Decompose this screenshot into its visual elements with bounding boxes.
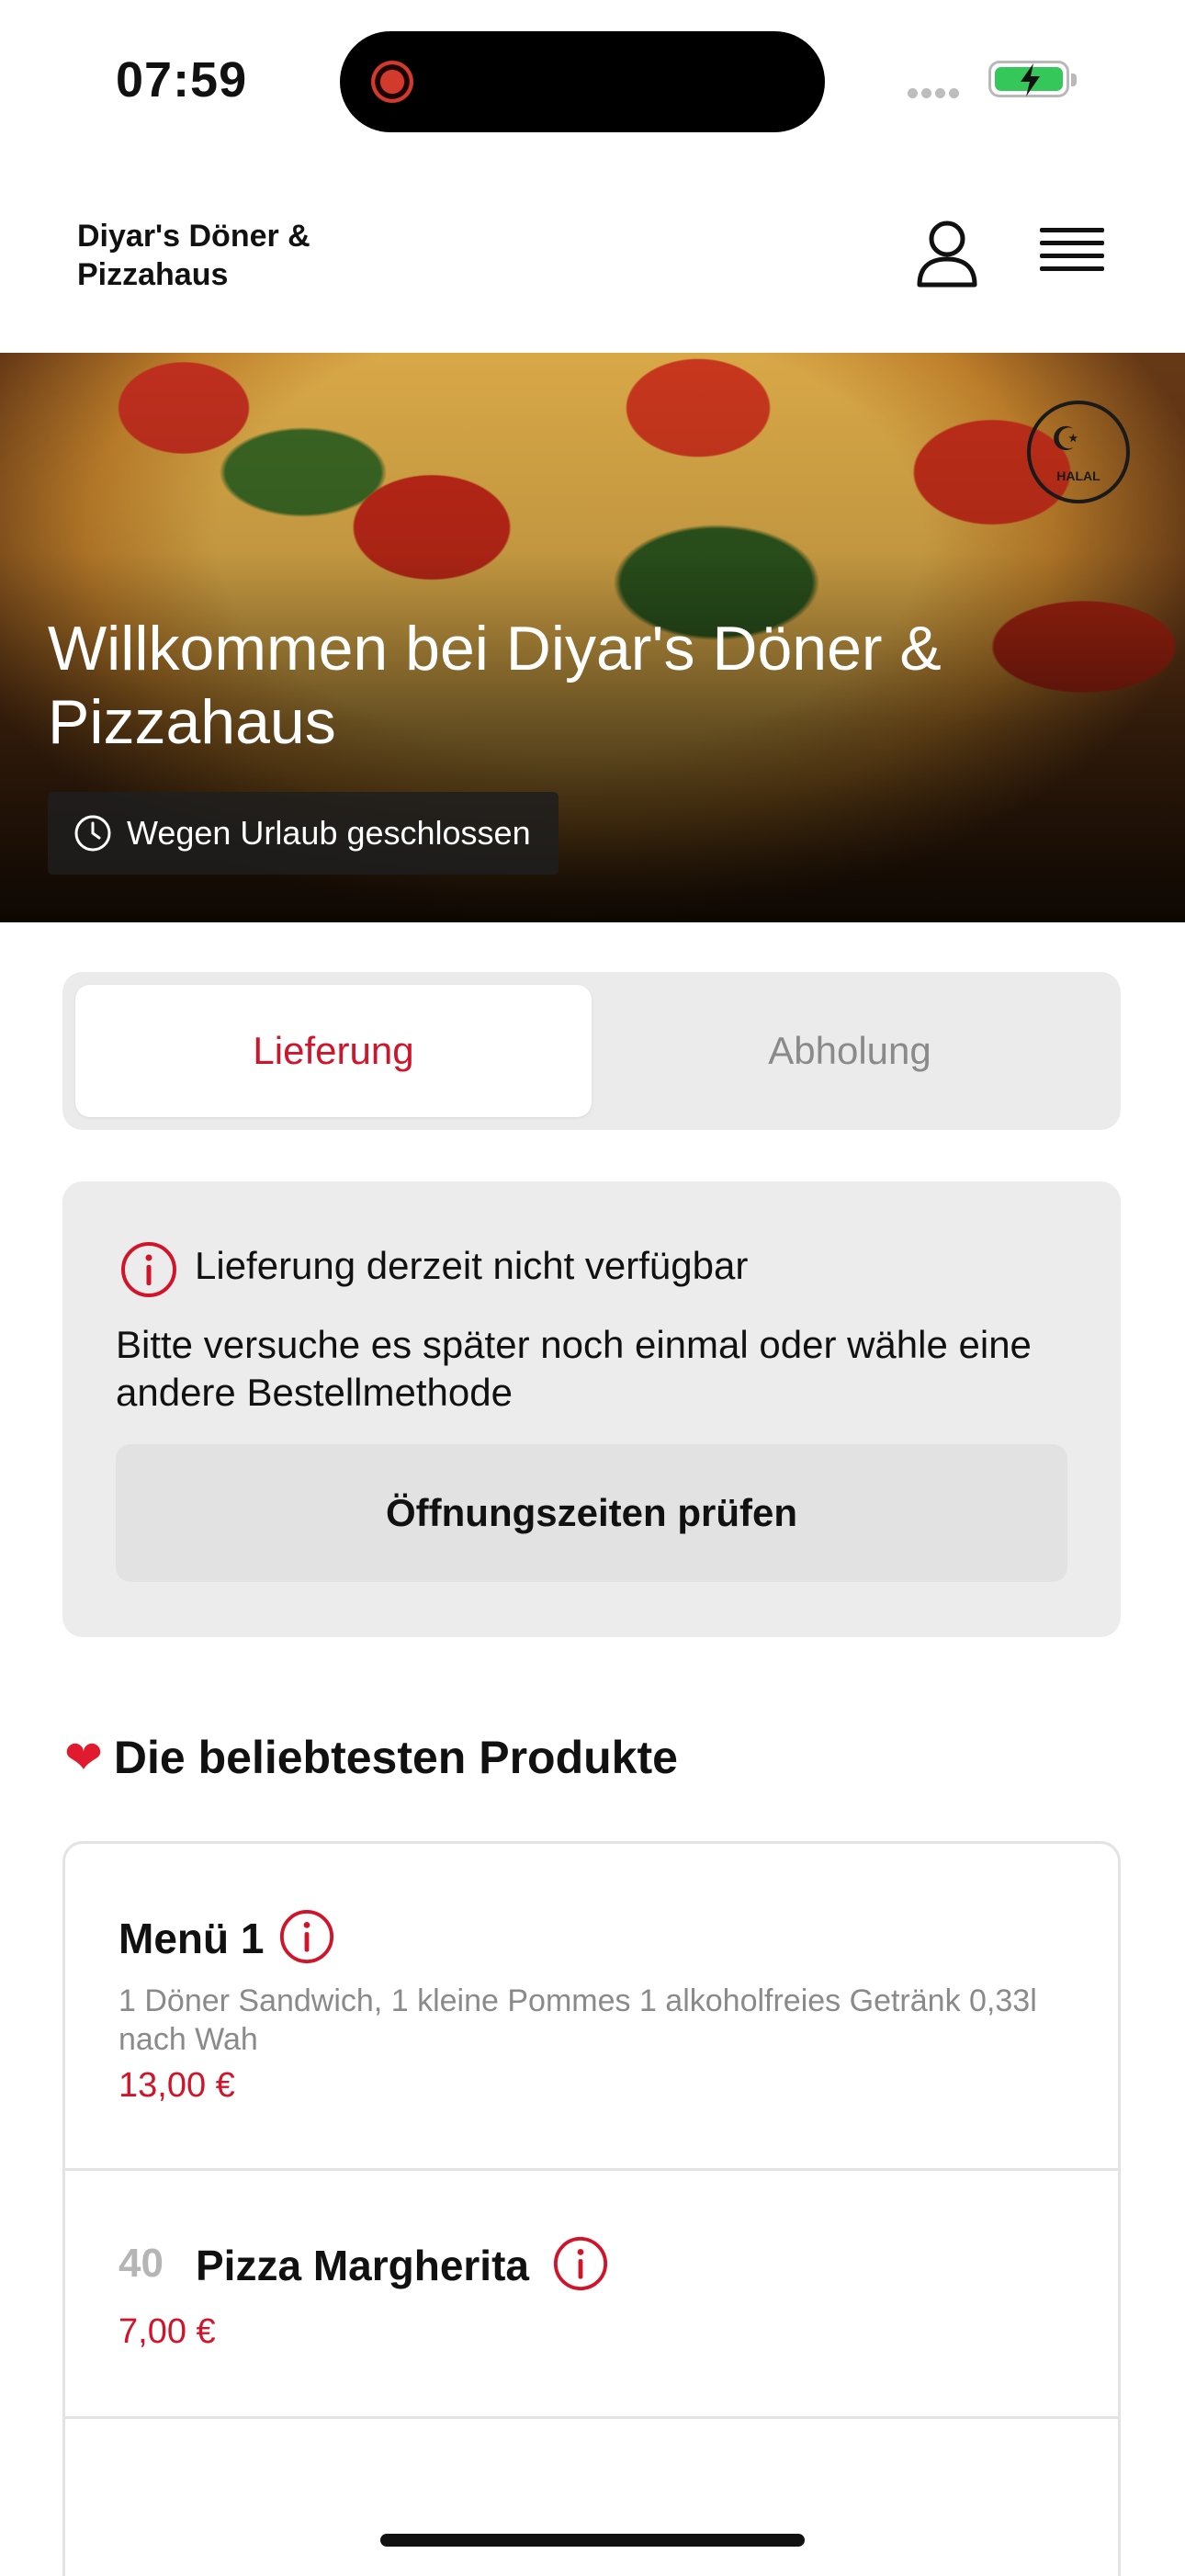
- product-price: 13,00 €: [118, 2066, 235, 2105]
- user-icon: [917, 220, 977, 288]
- popular-products-title: Die beliebtesten Produkte: [113, 1732, 678, 1783]
- product-name: Pizza Margherita: [196, 2242, 529, 2289]
- battery-charging-icon: [988, 61, 1077, 97]
- app-header: Diyar's Döner & Pizzahaus: [0, 156, 1185, 353]
- product-item[interactable]: Menü 1 1 Döner Sandwich, 1 kleine Pommes…: [65, 1844, 1118, 2171]
- halal-badge-icon: ☪ HALAL: [1027, 401, 1130, 503]
- hamburger-menu-icon[interactable]: [1040, 228, 1104, 283]
- status-bar: 07:59: [0, 0, 1185, 156]
- notice-text: Bitte versuche es später noch einmal ode…: [116, 1323, 1032, 1414]
- tab-delivery[interactable]: Lieferung: [75, 985, 592, 1117]
- product-name: Menü 1: [118, 1915, 265, 1962]
- clock-icon: [74, 815, 111, 852]
- product-number: 40: [118, 2241, 164, 2286]
- info-icon: [121, 1242, 176, 1297]
- product-price: 7,00 €: [118, 2312, 216, 2351]
- notice-title: Lieferung derzeit nicht verfügbar: [195, 1244, 749, 1287]
- restaurant-name[interactable]: Diyar's Döner & Pizzahaus: [77, 217, 389, 294]
- home-indicator[interactable]: [380, 2534, 805, 2547]
- account-button[interactable]: [913, 217, 981, 290]
- welcome-title: Willkommen bei Diyar's Döner & Pizzahaus: [48, 614, 942, 757]
- product-item[interactable]: 40 Pizza Margherita 7,00 €: [65, 2171, 1118, 2419]
- dynamic-island: [340, 31, 825, 132]
- product-info-icon[interactable]: [552, 2235, 609, 2292]
- cellular-signal-icon: [908, 86, 963, 98]
- halal-badge-label: HALAL: [1056, 469, 1100, 483]
- product-info-icon[interactable]: [278, 1908, 335, 1965]
- status-time: 07:59: [116, 52, 248, 107]
- product-list: Menü 1 1 Döner Sandwich, 1 kleine Pommes…: [62, 1841, 1121, 2576]
- hero-banner: ☪ HALAL Willkommen bei Diyar's Döner & P…: [0, 353, 1185, 922]
- check-opening-hours-button[interactable]: Öffnungszeiten prüfen: [116, 1444, 1067, 1582]
- popular-products-heading: ❤ Die beliebtesten Produkte: [64, 1731, 678, 1784]
- delivery-unavailable-notice: Lieferung derzeit nicht verfügbar Bitte …: [62, 1181, 1121, 1637]
- tab-pickup[interactable]: Abholung: [592, 985, 1108, 1117]
- order-method-tabs: Lieferung Abholung: [62, 972, 1121, 1130]
- opening-status-text: Wegen Urlaub geschlossen: [127, 814, 531, 852]
- recording-indicator-icon: [369, 59, 415, 105]
- heart-icon: ❤: [64, 1732, 103, 1783]
- opening-status-badge: Wegen Urlaub geschlossen: [48, 792, 559, 875]
- product-description: 1 Döner Sandwich, 1 kleine Pommes 1 alko…: [118, 1983, 1037, 2057]
